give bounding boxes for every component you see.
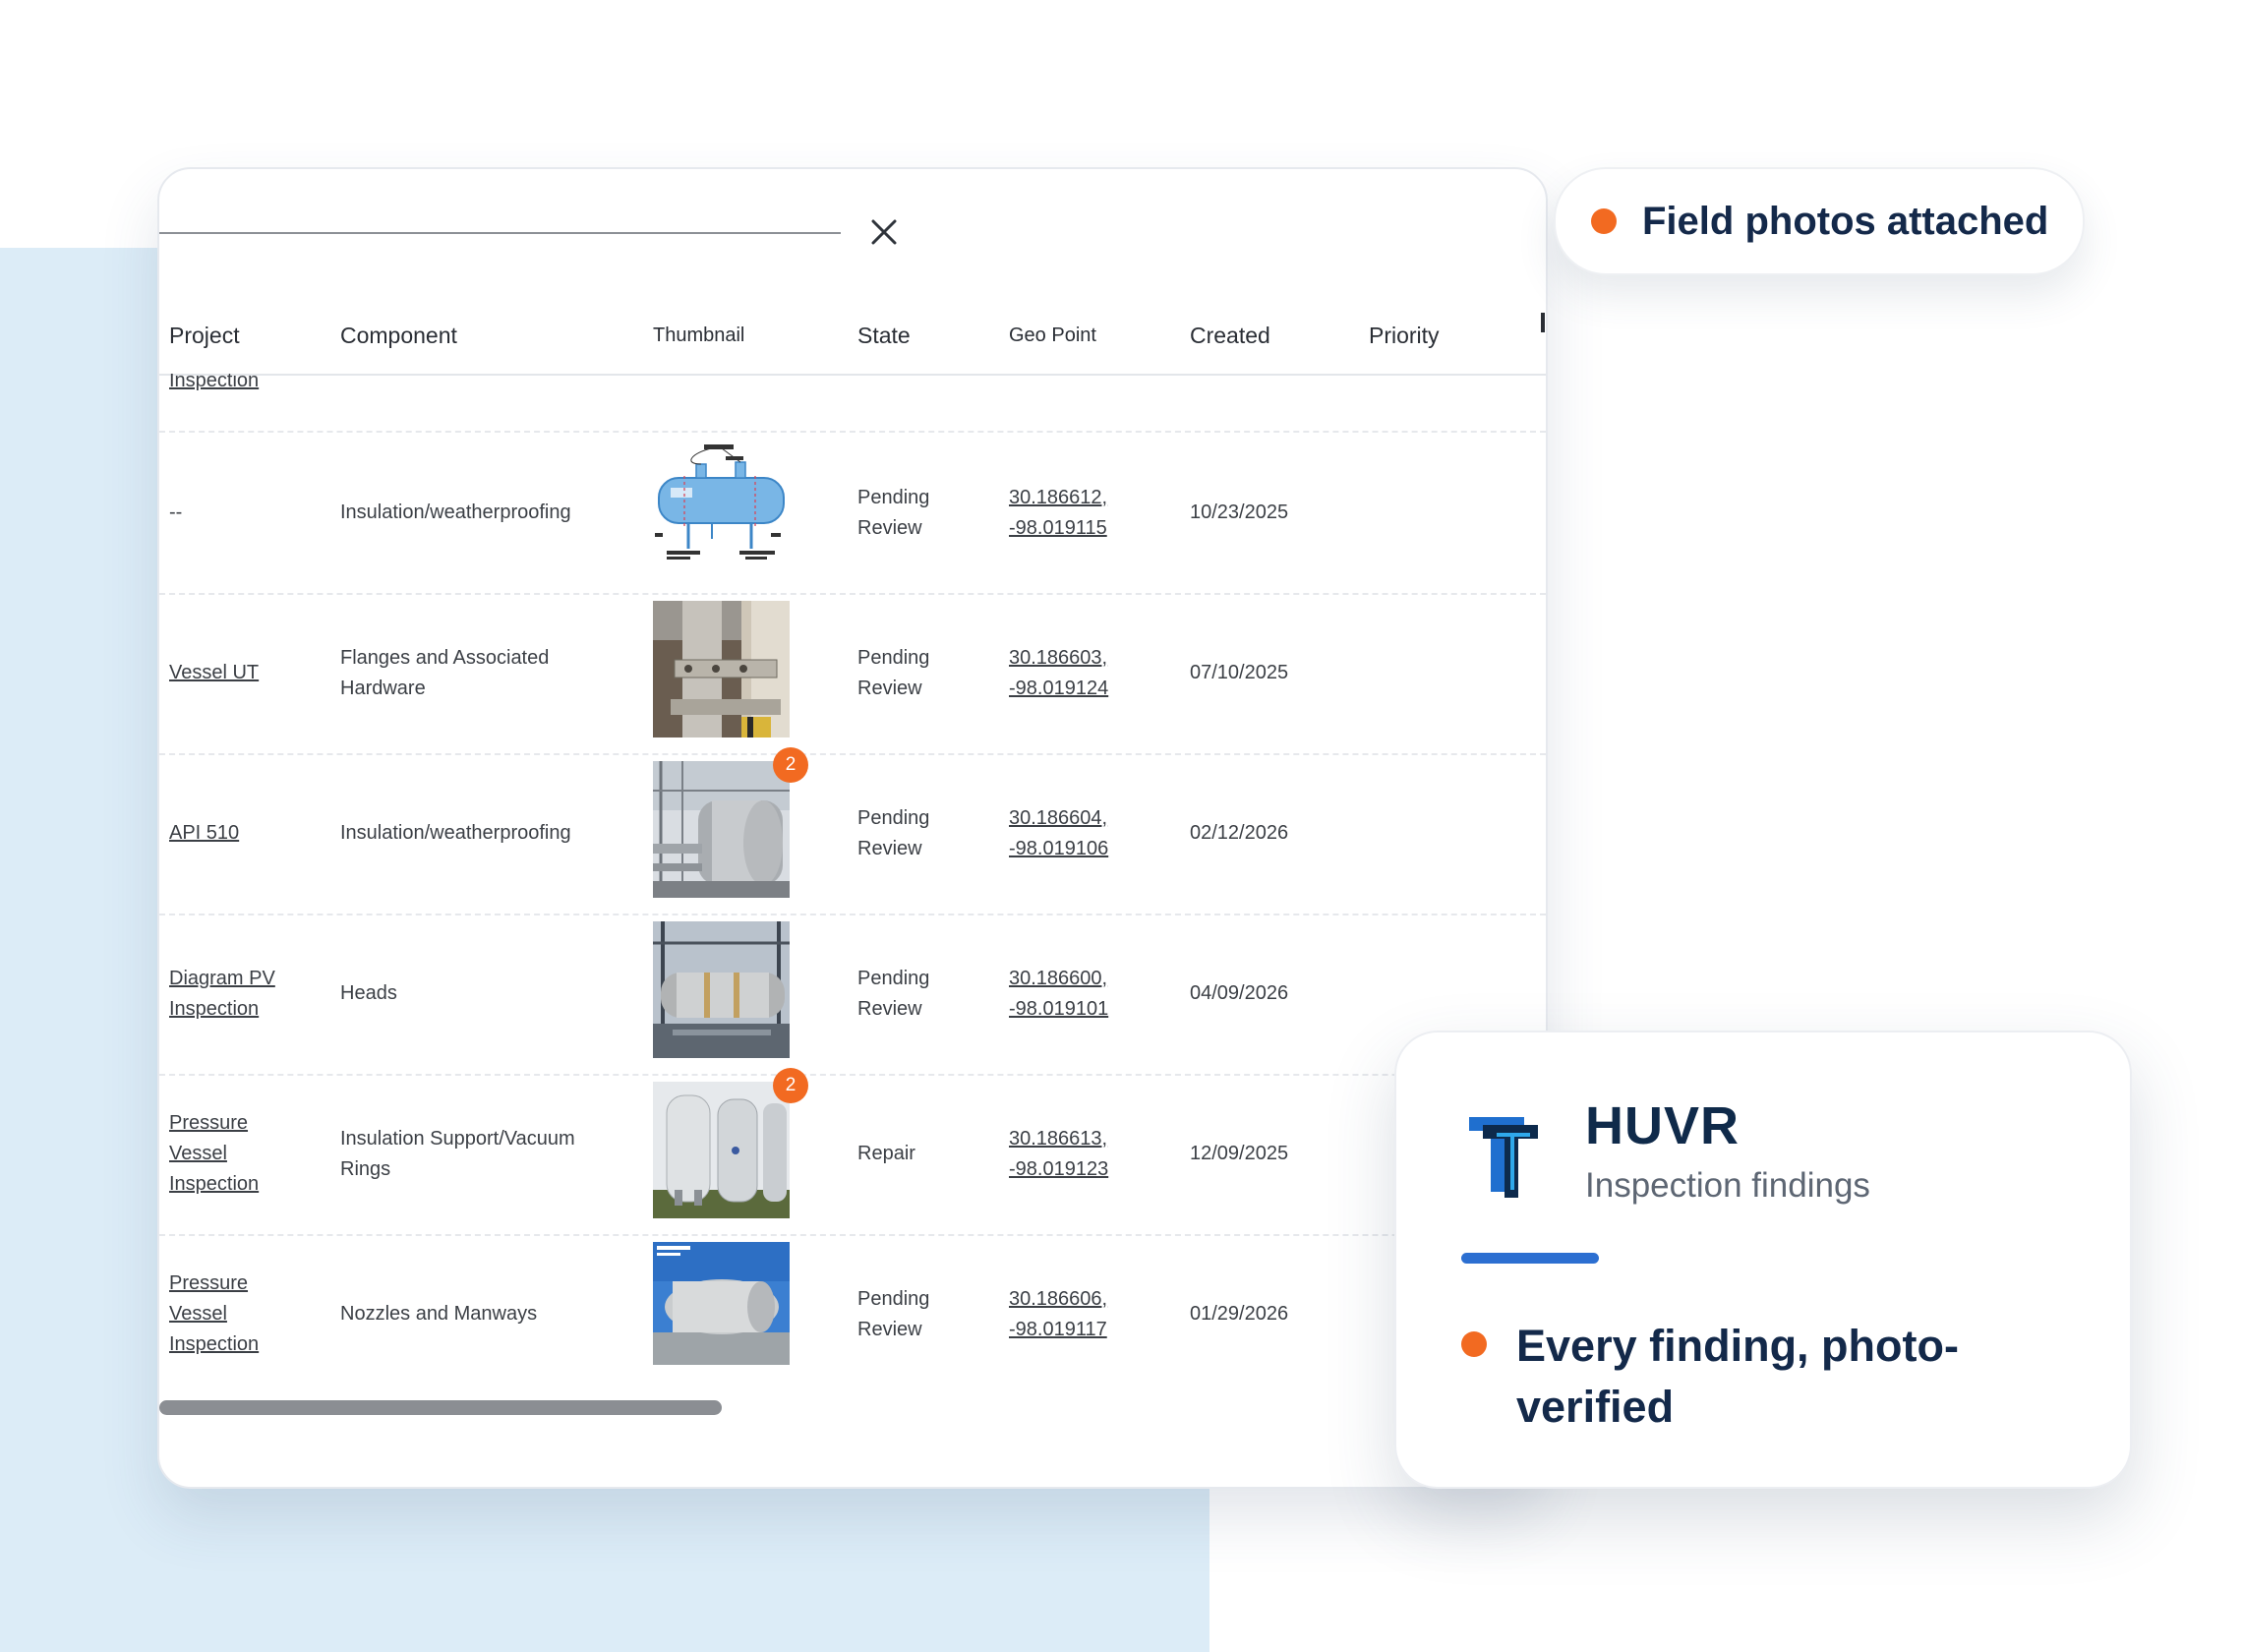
vertical-tanks-photo-icon [653, 1082, 790, 1218]
thumbnail-photo[interactable] [653, 601, 790, 738]
huvr-logo-icon [1469, 1117, 1538, 1198]
geo-point-link[interactable]: 30.186604, -98.019106 [1009, 753, 1166, 914]
table-header: Project Component Thumbnail State Geo Po… [159, 297, 1546, 376]
geo-lon[interactable]: -98.019124 [1009, 674, 1108, 704]
project-link[interactable]: Pressure Vessel Inspection [169, 1108, 277, 1200]
photo-count-badge: 2 [773, 747, 808, 783]
pill-label: Field photos attached [1642, 199, 2049, 243]
thumbnail-photo[interactable] [653, 921, 790, 1058]
geo-lon[interactable]: -98.019117 [1009, 1315, 1107, 1345]
state-cell: Pending Review [857, 967, 930, 1020]
header-geo-point[interactable]: Geo Point [1009, 297, 1096, 374]
table-row-partial[interactable]: Inspection [159, 374, 1546, 433]
thumbnail-diagram[interactable] [653, 441, 790, 577]
header-component[interactable]: Component [340, 297, 457, 374]
vessel-heads-photo-icon [653, 921, 790, 1058]
geo-point-link[interactable]: 30.186606, -98.019117 [1009, 1234, 1166, 1394]
pressure-vessel-diagram-icon [653, 441, 790, 577]
table-row[interactable]: -- Insulation/weatherproofing Pending Re… [159, 433, 1546, 595]
geo-point-link[interactable]: 30.186613, -98.019123 [1009, 1074, 1166, 1234]
geo-lon[interactable]: -98.019106 [1009, 834, 1108, 864]
created-cell: 04/09/2026 [1190, 982, 1289, 1004]
created-cell: 02/12/2026 [1190, 822, 1289, 844]
project-link[interactable]: API 510 [169, 818, 239, 849]
horizontal-scrollbar[interactable] [159, 1400, 722, 1415]
thumbnail-photo[interactable] [653, 1242, 790, 1365]
geo-lon[interactable]: -98.019123 [1009, 1154, 1108, 1185]
header-priority[interactable]: Priority [1369, 297, 1440, 374]
geo-point-link[interactable]: 30.186603, -98.019124 [1009, 593, 1166, 753]
table-row[interactable]: Pressure Vessel Inspection Insulation Su… [159, 1068, 1546, 1236]
thumbnail-photo[interactable] [653, 1082, 790, 1218]
geo-lon[interactable]: -98.019115 [1009, 513, 1107, 544]
table-row[interactable]: API 510 Insulation/weatherproofing 2 Pen… [159, 747, 1546, 915]
state-cell: Pending Review [857, 646, 930, 699]
project-link[interactable]: Pressure Vessel Inspection [169, 1268, 277, 1360]
component-cell: Nozzles and Manways [340, 1303, 538, 1325]
exchanger-photo-icon [653, 1242, 790, 1365]
component-cell: Insulation Support/Vacuum Rings [340, 1127, 575, 1180]
status-dot [1591, 208, 1617, 234]
bullet-text: Every finding, photo-verified [1516, 1321, 1959, 1432]
flange-photo-icon [653, 601, 790, 738]
created-cell: 01/29/2026 [1190, 1303, 1289, 1325]
geo-lat[interactable]: 30.186600, [1009, 964, 1107, 994]
header-thumbnail: Thumbnail [653, 324, 745, 346]
header-state[interactable]: State [857, 297, 911, 374]
created-cell: 07/10/2025 [1190, 662, 1289, 683]
state-cell: Pending Review [857, 1287, 930, 1340]
accent-bar [1461, 1253, 1599, 1264]
project-link[interactable]: Diagram PV Inspection [169, 964, 277, 1025]
geo-point-link[interactable]: 30.186612, -98.019115 [1009, 433, 1166, 593]
photo-count-badge: 2 [773, 1068, 808, 1103]
component-cell: Insulation/weatherproofing [340, 822, 571, 844]
project-cell: Pressure Vessel Inspection [169, 1074, 277, 1234]
huvr-subtitle: Inspection findings [1585, 1166, 1870, 1205]
geo-lat[interactable]: 30.186603, [1009, 643, 1107, 674]
geo-lat[interactable]: 30.186606, [1009, 1284, 1107, 1315]
header-project[interactable]: Project [169, 297, 240, 374]
project-value: -- [169, 502, 183, 523]
field-photos-pill: Field photos attached [1554, 167, 2085, 275]
created-cell: 10/23/2025 [1190, 502, 1289, 523]
geo-point-link[interactable]: 30.186600, -98.019101 [1009, 914, 1166, 1074]
project-cell: API 510 [169, 753, 326, 914]
vessel-photo-icon [653, 761, 790, 898]
search-underline[interactable] [159, 232, 841, 234]
geo-lat[interactable]: 30.186604, [1009, 803, 1107, 834]
geo-lat[interactable]: 30.186612, [1009, 483, 1107, 513]
state-cell: Pending Review [857, 486, 930, 539]
bullet-dot [1461, 1331, 1487, 1357]
state-cell: Pending Review [857, 806, 930, 859]
created-cell: 12/09/2025 [1190, 1143, 1289, 1164]
geo-lon[interactable]: -98.019101 [1009, 994, 1108, 1025]
project-cell: -- [169, 433, 326, 593]
table-row[interactable]: Pressure Vessel Inspection Nozzles and M… [159, 1234, 1546, 1394]
project-cell: Vessel UT [169, 593, 326, 753]
findings-table-card: Project Component Thumbnail State Geo Po… [157, 167, 1548, 1489]
table-row[interactable]: Vessel UT Flanges and Associated Hardwar… [159, 593, 1546, 755]
huvr-bullet: Every finding, photo-verified [1461, 1316, 2091, 1438]
huvr-card: HUVR Inspection findings Every finding, … [1394, 1031, 2132, 1489]
header-cutoff [1541, 313, 1545, 332]
component-cell: Heads [340, 982, 397, 1004]
header-created[interactable]: Created [1190, 297, 1270, 374]
project-link[interactable]: Vessel UT [169, 658, 259, 688]
close-icon [871, 219, 897, 245]
huvr-title: HUVR [1585, 1096, 1740, 1155]
project-cell: Diagram PV Inspection [169, 914, 277, 1074]
project-link[interactable]: Inspection [169, 374, 259, 392]
state-cell: Repair [857, 1143, 915, 1164]
component-cell: Flanges and Associated Hardware [340, 646, 550, 699]
geo-lat[interactable]: 30.186613, [1009, 1124, 1107, 1154]
close-button[interactable] [862, 210, 906, 254]
project-cell: Pressure Vessel Inspection [169, 1234, 277, 1394]
component-cell: Insulation/weatherproofing [340, 502, 571, 523]
thumbnail-photo[interactable] [653, 761, 790, 898]
table-row[interactable]: Diagram PV Inspection Heads Pending Revi… [159, 914, 1546, 1076]
